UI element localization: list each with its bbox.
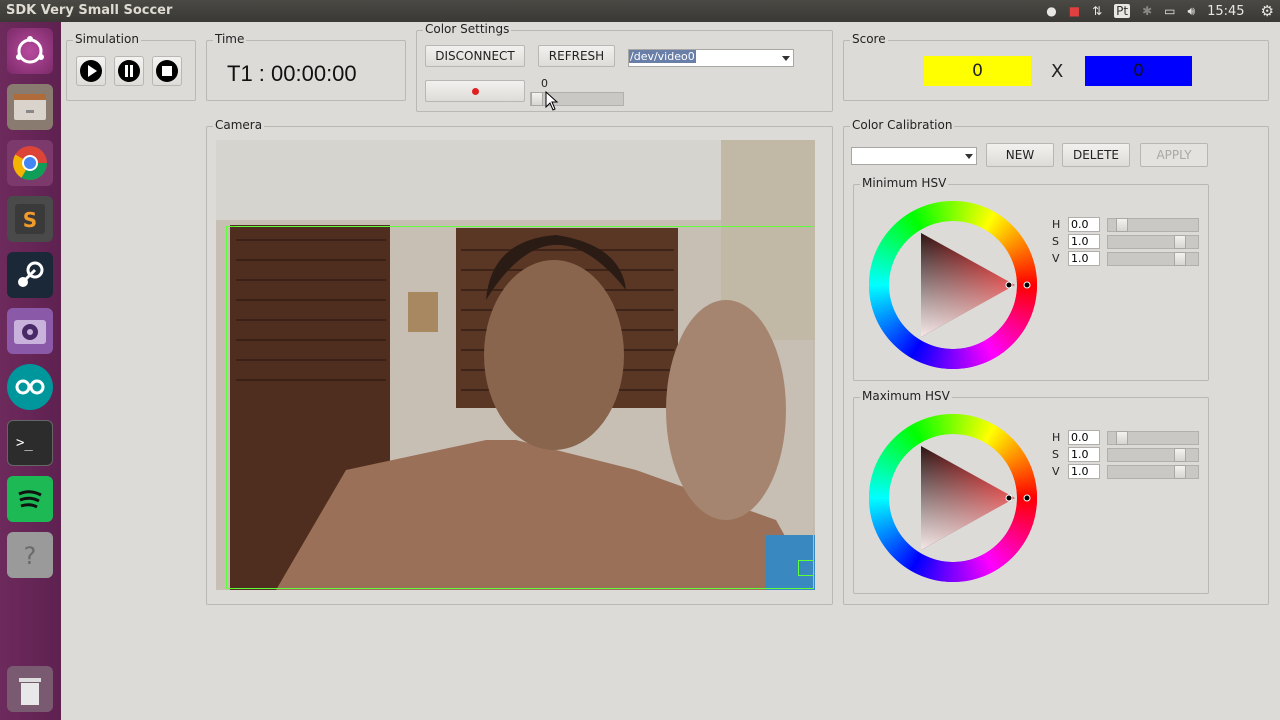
min-v-label: V: [1052, 252, 1060, 265]
maximum-hsv-group: Maximum HSV H 0.0 S 1.0 V 1.0: [853, 389, 1209, 594]
chrome-icon[interactable]: [7, 140, 53, 186]
spotify-icon[interactable]: [7, 476, 53, 522]
max-s-slider-handle[interactable]: [1174, 448, 1186, 462]
minimum-hsv-group: Minimum HSV H 0.0 S 1.0 V 1.0: [853, 176, 1209, 381]
webcam-icon[interactable]: [7, 308, 53, 354]
play-button[interactable]: [76, 56, 106, 86]
threshold-slider-value: 0: [541, 77, 548, 90]
min-s-slider[interactable]: [1107, 235, 1199, 249]
top-panel: SDK Very Small Soccer ● ■ ⇅ Pt ✱ ▭ 🔊︎ 15…: [0, 0, 1280, 22]
camera-legend: Camera: [213, 118, 265, 132]
sublime-icon[interactable]: S: [7, 196, 53, 242]
stop-button[interactable]: [152, 56, 182, 86]
delete-calibration-button[interactable]: DELETE: [1062, 143, 1130, 167]
max-h-input[interactable]: 0.0: [1068, 430, 1100, 445]
input-method-icon[interactable]: Pt: [1114, 4, 1131, 18]
files-icon[interactable]: [7, 84, 53, 130]
gear-icon[interactable]: ⚙: [1261, 2, 1274, 20]
chevron-down-icon: [782, 56, 790, 61]
min-s-label: S: [1052, 235, 1059, 248]
color-settings-legend: Color Settings: [423, 22, 512, 36]
volume-icon[interactable]: 🔊︎: [1188, 4, 1196, 19]
minimum-hsv-legend: Minimum HSV: [860, 176, 949, 190]
simulation-group: Simulation: [66, 32, 196, 101]
clock[interactable]: 15:45: [1207, 4, 1244, 19]
max-h-label: H: [1052, 431, 1061, 444]
battery-icon[interactable]: ▭: [1164, 4, 1175, 18]
max-v-slider[interactable]: [1107, 465, 1199, 479]
max-h-slider-handle[interactable]: [1116, 431, 1128, 445]
video-device-select[interactable]: /dev/video0: [628, 49, 794, 67]
max-s-slider[interactable]: [1107, 448, 1199, 462]
record-button[interactable]: [425, 80, 525, 102]
max-v-slider-handle[interactable]: [1174, 465, 1186, 479]
trash-icon[interactable]: [7, 666, 53, 712]
min-s-slider-handle[interactable]: [1174, 235, 1186, 249]
refresh-button[interactable]: REFRESH: [538, 45, 615, 67]
max-s-input[interactable]: 1.0: [1068, 447, 1100, 462]
match-timer: T1 : 00:00:00: [227, 61, 357, 86]
steam-tray-icon[interactable]: ●: [1046, 4, 1056, 18]
min-v-slider-handle[interactable]: [1174, 252, 1186, 266]
arduino-icon[interactable]: [7, 364, 53, 410]
min-h-slider-handle[interactable]: [1116, 218, 1128, 232]
min-h-slider[interactable]: [1107, 218, 1199, 232]
maximum-hsv-legend: Maximum HSV: [860, 389, 952, 403]
launcher: S >_ ?: [0, 22, 61, 720]
app-window: Simulation Time T1 : 00:00:00 Color Sett…: [61, 22, 1280, 720]
apply-calibration-button[interactable]: APPLY: [1140, 143, 1208, 167]
detection-region-box: [226, 226, 814, 589]
max-v-input[interactable]: 1.0: [1068, 464, 1100, 479]
max-v-label: V: [1052, 465, 1060, 478]
record-dot-icon: [471, 87, 479, 95]
svg-text:>_: >_: [16, 435, 33, 451]
minimum-hsv-color-wheel[interactable]: [868, 200, 1038, 370]
network-arrows-icon[interactable]: ⇅: [1092, 4, 1102, 18]
max-s-label: S: [1052, 448, 1059, 461]
new-calibration-button[interactable]: NEW: [986, 143, 1054, 167]
disconnect-button[interactable]: DISCONNECT: [425, 45, 525, 67]
record-tray-icon[interactable]: ■: [1069, 4, 1080, 18]
min-h-label: H: [1052, 218, 1061, 231]
help-icon[interactable]: ?: [7, 532, 53, 578]
score-separator: X: [1051, 61, 1064, 82]
video-device-value: /dev/video0: [629, 50, 696, 63]
team-a-score: 0: [924, 56, 1031, 86]
min-h-input[interactable]: 0.0: [1068, 217, 1100, 232]
min-v-input[interactable]: 1.0: [1068, 251, 1100, 266]
pause-button[interactable]: [114, 56, 144, 86]
min-v-slider[interactable]: [1107, 252, 1199, 266]
ball-marker-box: [798, 560, 814, 576]
time-legend: Time: [213, 32, 247, 46]
svg-text:?: ?: [24, 542, 37, 570]
bluetooth-icon[interactable]: ✱: [1142, 4, 1152, 18]
threshold-slider-handle[interactable]: [531, 92, 543, 106]
time-group: Time T1 : 00:00:00: [206, 32, 406, 101]
system-tray: ● ■ ⇅ Pt ✱ ▭ 🔊︎ 15:45 ⚙: [1040, 0, 1280, 22]
calibration-preset-select[interactable]: [851, 147, 977, 165]
max-h-slider[interactable]: [1107, 431, 1199, 445]
maximum-hsv-color-wheel[interactable]: [868, 413, 1038, 583]
team-b-score: 0: [1085, 56, 1192, 86]
score-legend: Score: [850, 32, 888, 46]
window-title: SDK Very Small Soccer: [6, 3, 173, 18]
color-settings-group: Color Settings DISCONNECT REFRESH /dev/v…: [416, 22, 833, 112]
camera-feed[interactable]: [216, 140, 815, 590]
mouse-cursor-icon: [545, 91, 559, 111]
score-group: Score 0 X 0: [843, 32, 1269, 101]
terminal-icon[interactable]: >_: [7, 420, 53, 466]
min-s-input[interactable]: 1.0: [1068, 234, 1100, 249]
steam-icon[interactable]: [7, 252, 53, 298]
svg-text:S: S: [23, 208, 37, 232]
simulation-legend: Simulation: [73, 32, 141, 46]
ubuntu-dash-icon[interactable]: [7, 28, 53, 74]
color-calibration-legend: Color Calibration: [850, 118, 955, 132]
color-calibration-group: Color Calibration NEW DELETE APPLY Minim…: [843, 118, 1269, 605]
chevron-down-icon: [965, 154, 973, 159]
